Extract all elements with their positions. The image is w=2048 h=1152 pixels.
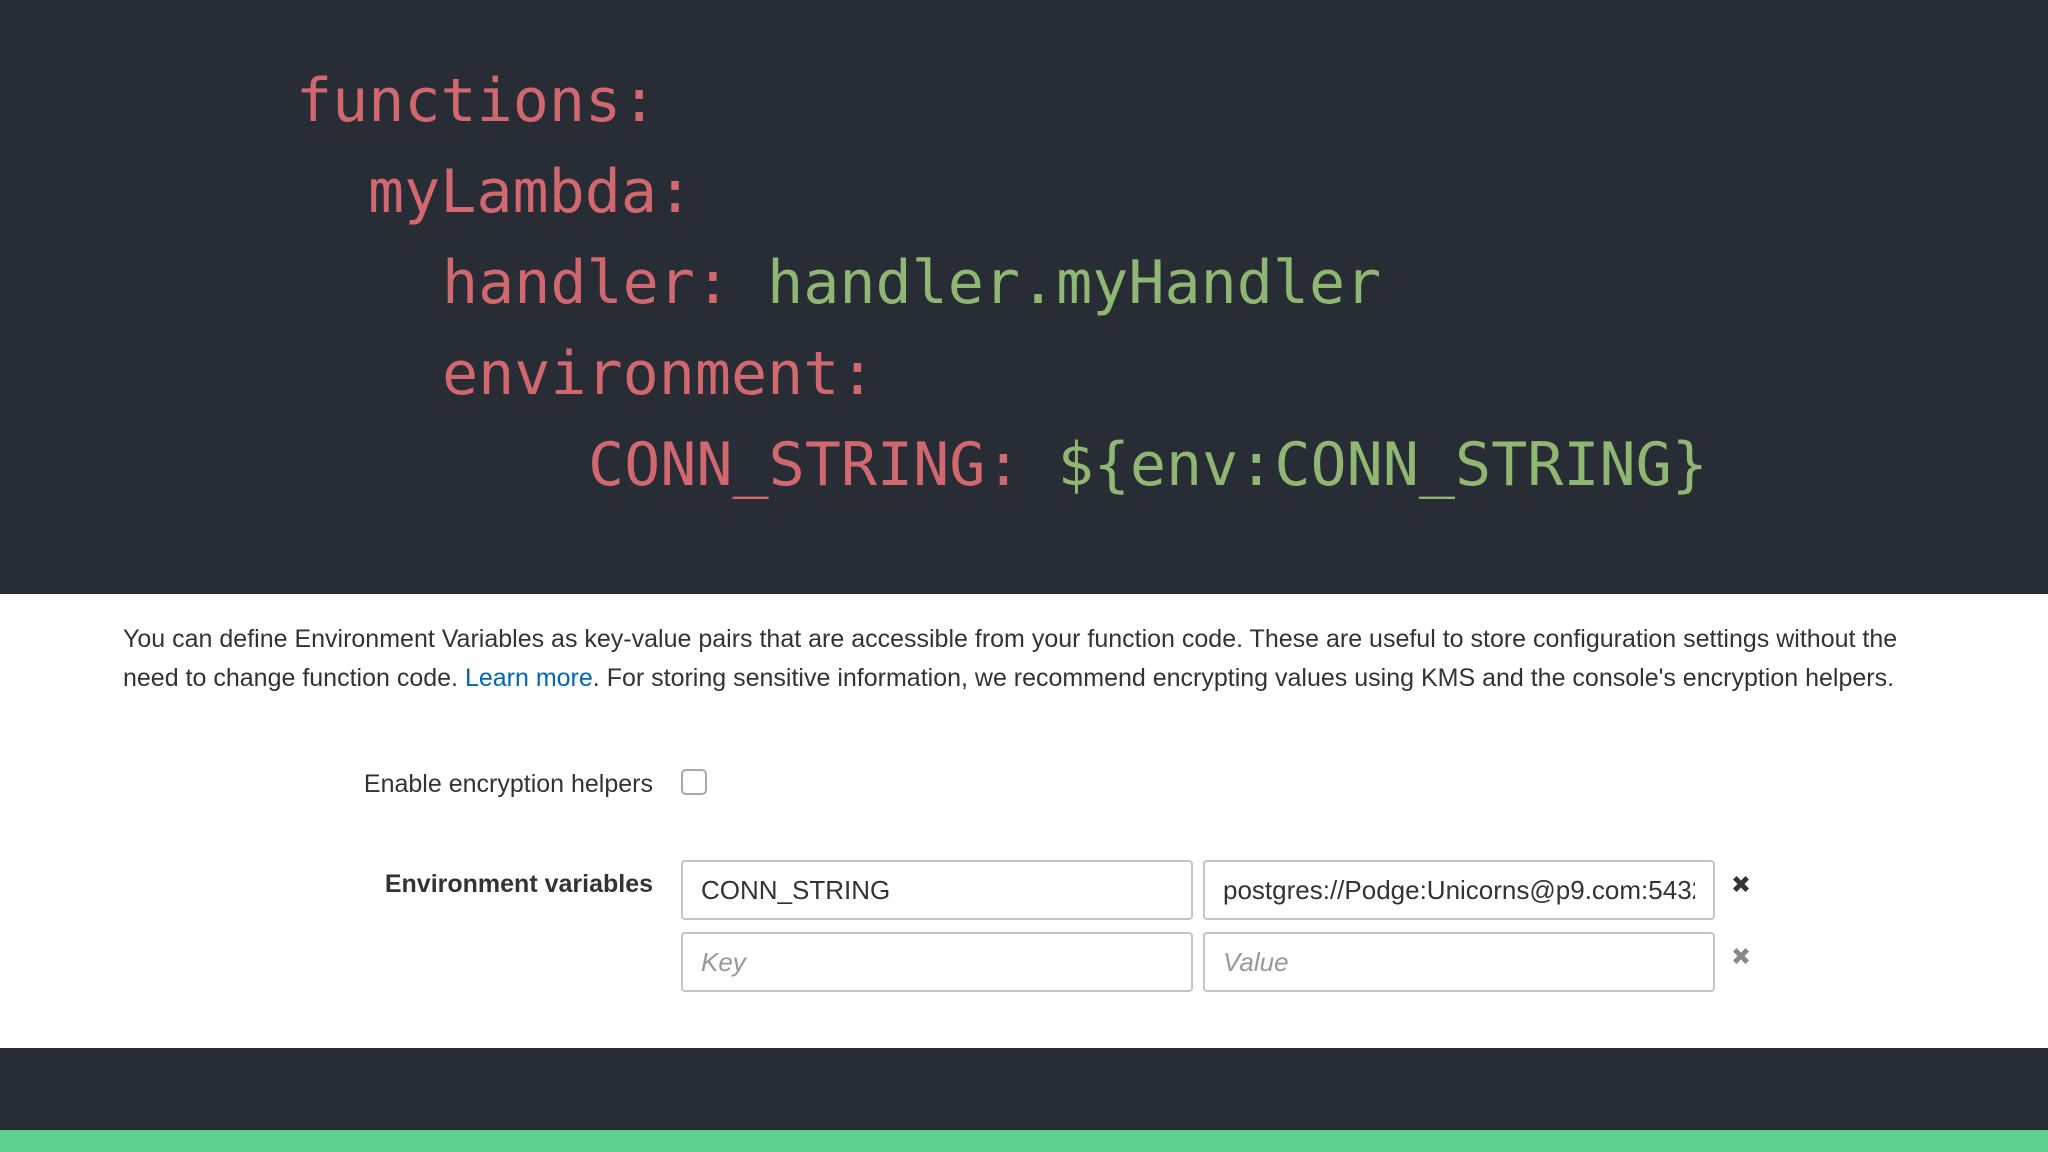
description-text-end: . For storing sensitive information, we … [592, 663, 1895, 692]
code-key: functions: [296, 66, 658, 136]
learn-more-link[interactable]: Learn more [465, 664, 593, 692]
close-x-icon[interactable] [1729, 944, 1753, 968]
code-key: environment: [442, 339, 876, 409]
env-var-value-input[interactable] [1203, 860, 1715, 920]
env-vars-description: You can define Environment Variables as … [123, 620, 1943, 697]
env-vars-label: Environment variables [384, 870, 653, 898]
code-value: ${env:CONN_STRING} [1057, 430, 1708, 500]
env-var-key-input[interactable] [681, 932, 1193, 992]
environment-config-panel: You can define Environment Variables as … [0, 594, 2048, 1048]
code-line-conn-string: CONN_STRING: ${env:CONN_STRING} [588, 420, 1708, 511]
bottom-dark-band [0, 1048, 2048, 1130]
code-value: handler.myHandler [767, 248, 1382, 318]
code-key: handler: [442, 248, 731, 318]
encryption-helpers-label: Enable encryption helpers [363, 770, 653, 798]
env-var-key-input[interactable] [681, 860, 1193, 920]
code-key: CONN_STRING: [588, 430, 1022, 500]
bottom-accent-bar [0, 1130, 2048, 1152]
code-line-functions: functions: [296, 56, 657, 147]
encryption-helpers-checkbox[interactable] [681, 769, 707, 795]
code-snippet-panel: functions: myLambda: handler: handler.my… [0, 0, 2048, 594]
close-x-icon[interactable] [1729, 872, 1753, 896]
code-key: myLambda: [368, 157, 694, 227]
code-line-environment: environment: [442, 329, 875, 420]
code-line-handler: handler: handler.myHandler [442, 238, 1381, 329]
code-line-mylambda: myLambda: [368, 147, 693, 238]
env-var-value-input[interactable] [1203, 932, 1715, 992]
